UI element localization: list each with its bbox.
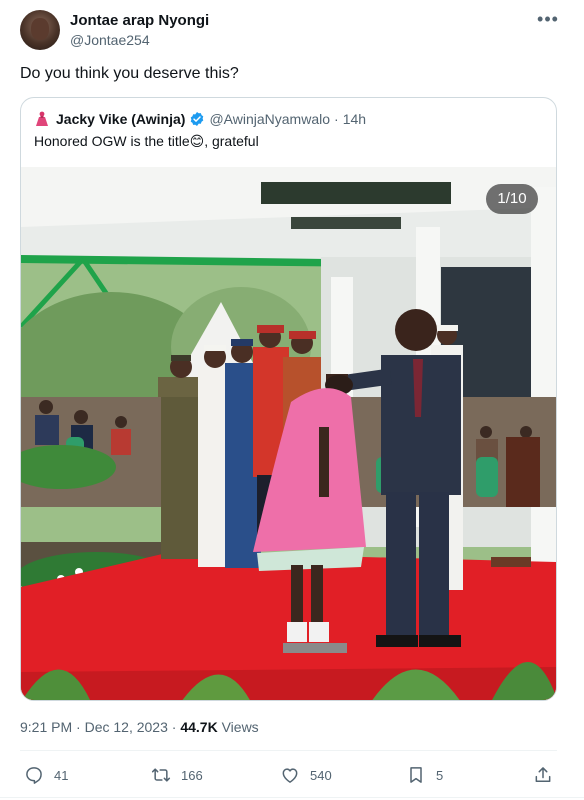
retweet-icon xyxy=(151,768,171,782)
meta-separator: · xyxy=(171,719,177,735)
meta-separator: · xyxy=(76,719,81,735)
bookmark-button[interactable]: 5 xyxy=(406,761,443,789)
like-count: 540 xyxy=(310,767,332,783)
author-avatar[interactable] xyxy=(20,10,60,50)
like-icon xyxy=(282,768,298,783)
tweet-text: Do you think you deserve this? xyxy=(20,65,239,82)
dress-emoji-icon xyxy=(34,111,50,127)
more-icon[interactable]: ••• xyxy=(536,10,560,32)
action-bar: 41 166 540 5 xyxy=(0,761,584,789)
share-icon xyxy=(535,767,551,782)
quoted-tweet-text: Honored OGW is the title😊, grateful xyxy=(34,133,259,149)
retweet-button[interactable]: 166 xyxy=(151,761,203,789)
separator-dot: · xyxy=(334,111,339,127)
divider xyxy=(0,797,584,798)
views-count: 44.7K xyxy=(180,719,218,735)
quoted-author-handle[interactable]: @AwinjaNyamwalo xyxy=(209,111,330,127)
like-button[interactable]: 540 xyxy=(280,761,332,789)
tweet-meta: 9:21 PM · Dec 12, 2023 · 44.7K Views xyxy=(20,719,259,735)
reply-icon xyxy=(26,767,42,784)
quoted-author-name[interactable]: Jacky Vike (Awinja) xyxy=(56,111,185,127)
quoted-tweet-photo[interactable]: 1/10 xyxy=(21,167,556,700)
retweet-count: 166 xyxy=(181,767,203,783)
bookmark-icon xyxy=(410,767,422,783)
quoted-tweet-header: Jacky Vike (Awinja) @AwinjaNyamwalo · 14… xyxy=(34,109,366,129)
author-name[interactable]: Jontae arap Nyongi xyxy=(70,12,209,29)
views-label: Views xyxy=(221,719,259,735)
divider xyxy=(20,750,557,751)
quoted-tweet[interactable]: Jacky Vike (Awinja) @AwinjaNyamwalo · 14… xyxy=(20,97,557,701)
reply-count: 41 xyxy=(54,767,69,783)
share-button[interactable] xyxy=(533,761,553,789)
media-counter: 1/10 xyxy=(486,184,538,214)
reply-button[interactable]: 41 xyxy=(24,761,68,789)
tweet: Jontae arap Nyongi @Jontae254 ••• Do you… xyxy=(0,0,584,800)
verified-badge-icon xyxy=(191,112,204,126)
author-handle[interactable]: @Jontae254 xyxy=(70,32,150,48)
tweet-time[interactable]: 9:21 PM xyxy=(20,719,72,735)
quoted-timestamp[interactable]: 14h xyxy=(343,111,366,127)
bookmark-count: 5 xyxy=(436,767,444,783)
tweet-date[interactable]: Dec 12, 2023 xyxy=(85,719,168,735)
